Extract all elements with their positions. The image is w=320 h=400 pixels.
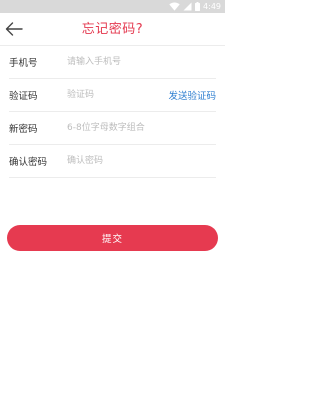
confirm-password-row: 确认密码 xyxy=(9,145,216,178)
phone-label: 手机号 xyxy=(9,58,38,69)
phone-row: 手机号 xyxy=(9,46,216,79)
confirm-password-label: 确认密码 xyxy=(9,157,48,168)
status-bar: 4:49 xyxy=(0,0,225,13)
back-button[interactable] xyxy=(3,19,25,41)
app-bar: 忘记密码? xyxy=(0,13,225,46)
new-password-input[interactable] xyxy=(67,118,216,138)
verify-code-row: 验证码 发送验证码 xyxy=(9,79,216,112)
status-time: 4:49 xyxy=(203,2,221,11)
new-password-row: 新密码 xyxy=(9,112,216,145)
wifi-icon xyxy=(169,2,180,11)
phone-input[interactable] xyxy=(67,52,216,72)
battery-icon xyxy=(195,2,201,11)
verify-code-label: 验证码 xyxy=(9,91,38,102)
submit-button[interactable]: 提交 xyxy=(7,225,218,251)
new-password-label: 新密码 xyxy=(9,124,38,135)
confirm-password-input[interactable] xyxy=(67,151,216,171)
verify-code-input[interactable] xyxy=(67,85,165,105)
status-icons: 4:49 xyxy=(169,1,221,12)
cellular-signal-icon xyxy=(183,2,192,11)
page-title: 忘记密码? xyxy=(81,22,144,37)
arrow-left-icon xyxy=(5,21,23,40)
send-code-button[interactable]: 发送验证码 xyxy=(168,88,216,102)
